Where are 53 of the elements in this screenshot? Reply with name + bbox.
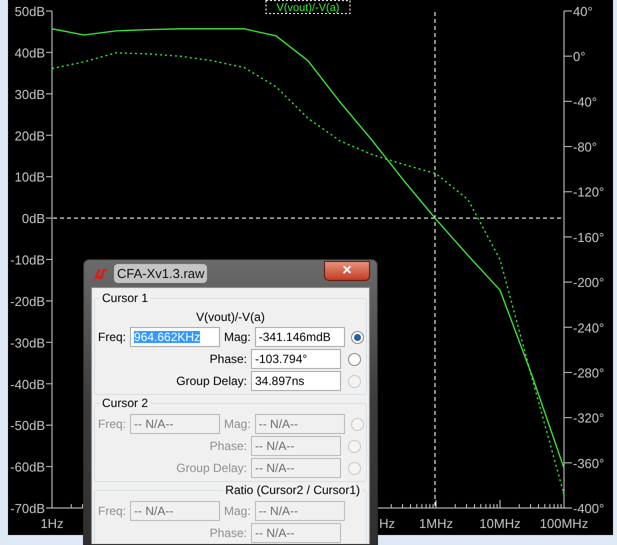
x-tick-label: 100MHz xyxy=(540,516,588,531)
field-label: Phase: xyxy=(210,440,247,452)
x-tick-label: 10MHz xyxy=(479,516,521,531)
radio-button[interactable] xyxy=(348,352,360,366)
close-button[interactable]: × xyxy=(324,260,370,280)
y2-tick-label: -80° xyxy=(573,140,597,155)
field-label: Mag: xyxy=(224,505,251,517)
field-label: Mag: xyxy=(224,418,251,430)
x-tick-label: 1MHz xyxy=(419,516,453,531)
value-field[interactable]: 964.662KHz xyxy=(130,327,220,347)
value-field[interactable]: 34.897ns xyxy=(251,371,341,391)
field-label: Group Delay: xyxy=(176,375,247,387)
field-label: Mag: xyxy=(224,331,251,343)
field-label: Phase: xyxy=(210,353,247,365)
x-tick-label: Hz xyxy=(379,516,395,531)
y-tick-label: -50dB xyxy=(10,418,45,434)
y2-tick-label: 0° xyxy=(573,49,586,64)
y-tick-label: -30dB xyxy=(10,335,45,350)
y-tick-label: -60dB xyxy=(10,460,45,475)
y-tick-label: 10dB xyxy=(14,170,45,185)
y-tick-label: 0dB xyxy=(22,211,45,226)
y-tick-label: 40dB xyxy=(14,45,45,60)
field-label: Phase: xyxy=(210,527,247,539)
y2-tick-label: 40° xyxy=(573,4,593,19)
field-label: Freq: xyxy=(98,505,126,517)
y2-tick-label: -120° xyxy=(573,184,604,200)
app-logo-icon xyxy=(92,268,108,280)
value-field[interactable]: -341.146mdB xyxy=(254,327,345,347)
field-label: Group Delay: xyxy=(176,462,247,474)
value-field[interactable]: -103.794° xyxy=(251,349,341,369)
field-label: Freq: xyxy=(98,418,126,430)
x-tick-label: 1Hz xyxy=(40,516,64,531)
y2-tick-label: -320° xyxy=(573,410,604,426)
y2-tick-label: -400° xyxy=(573,501,604,516)
y2-tick-label: -200° xyxy=(573,275,604,290)
group-legend: Ratio (Cursor2 / Cursor1) xyxy=(223,482,362,498)
radio-button[interactable] xyxy=(351,330,364,344)
y-tick-label: 20dB xyxy=(14,128,45,144)
trace-label[interactable]: V(vout)/-V(a) xyxy=(266,0,350,14)
dialog-title: CFA-Xv1.3.raw xyxy=(114,264,208,284)
y-tick-label: 50dB xyxy=(14,4,45,19)
field-label: Freq: xyxy=(98,331,126,343)
trace-name: V(vout)/-V(a) xyxy=(196,309,265,325)
y-tick-label: -40dB xyxy=(10,376,45,392)
y-tick-label: -70dB xyxy=(10,501,45,516)
y2-tick-label: -360° xyxy=(573,456,604,471)
y2-tick-label: -160° xyxy=(573,230,604,245)
y2-tick-label: -280° xyxy=(573,365,604,380)
y-tick-label: 30dB xyxy=(14,86,45,102)
y2-tick-label: -240° xyxy=(573,320,604,336)
y-tick-label: -20dB xyxy=(10,294,45,309)
y2-tick-label: -40° xyxy=(573,94,597,110)
y-tick-label: -10dB xyxy=(10,252,45,268)
